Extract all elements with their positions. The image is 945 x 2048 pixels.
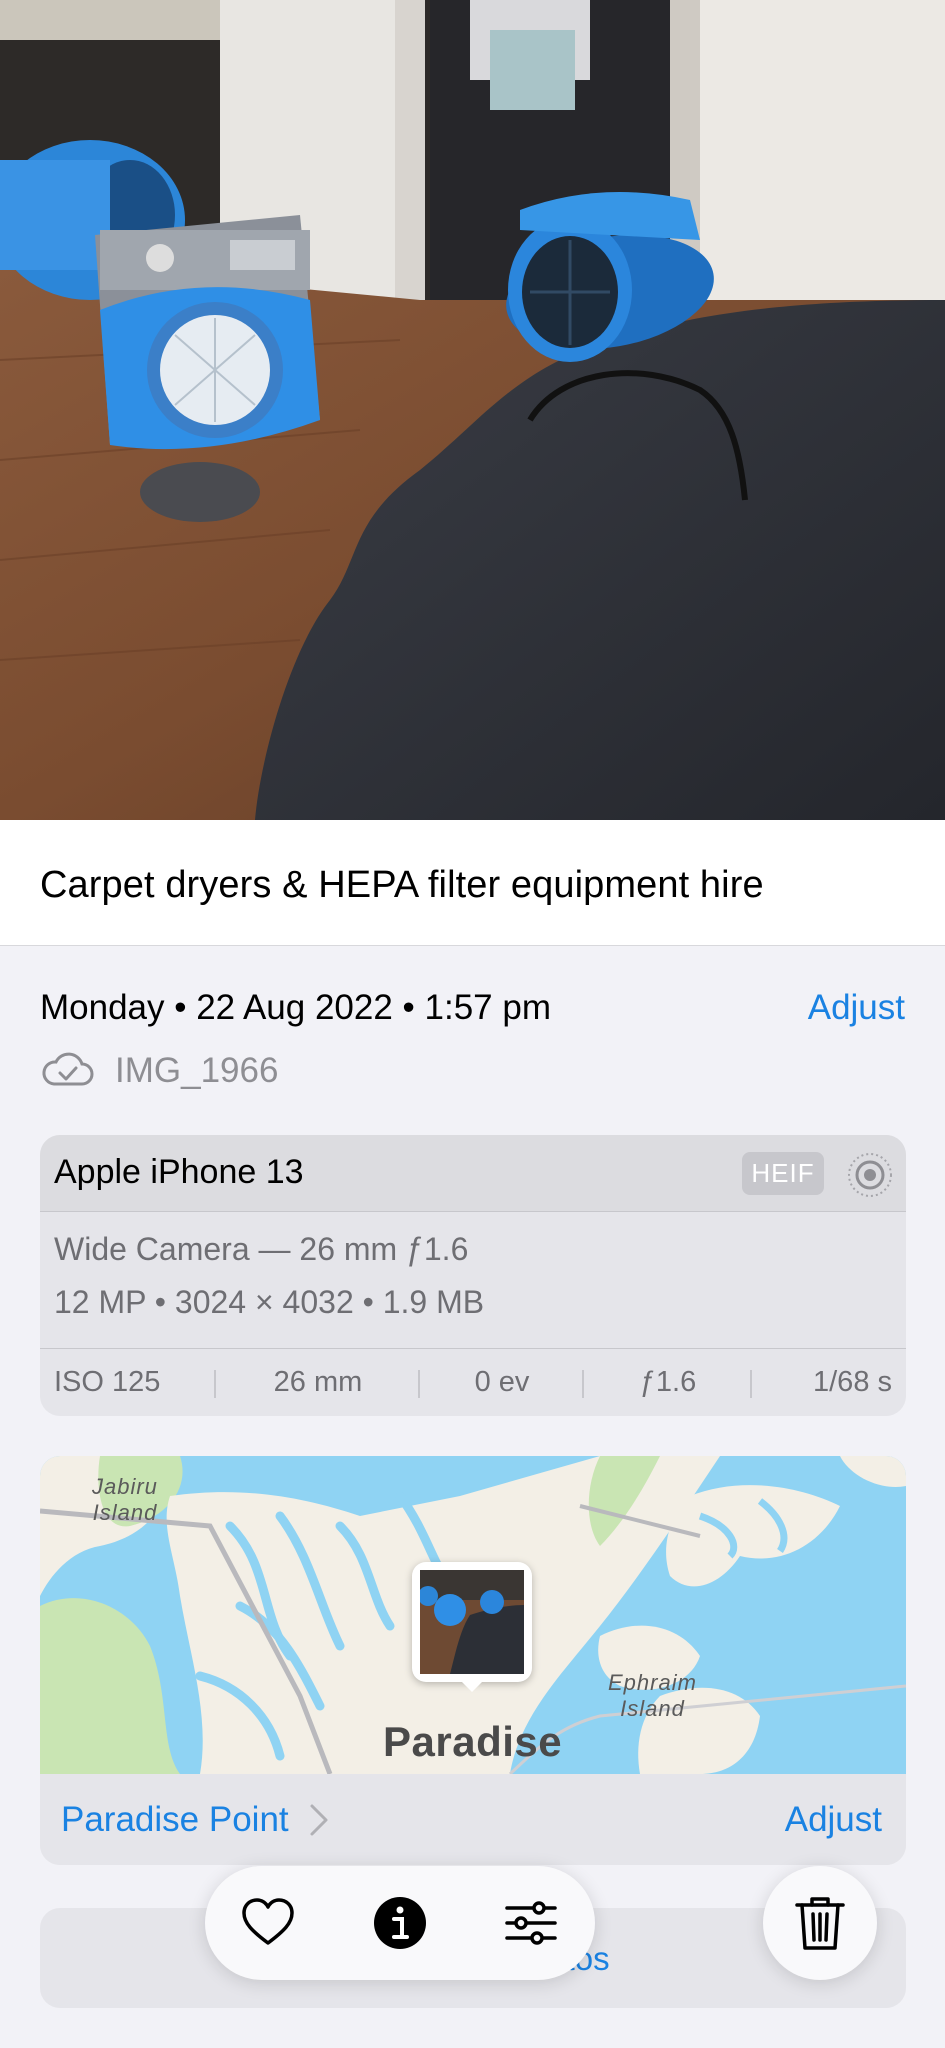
photo-date: Monday • 22 Aug 2022 • 1:57 pm [40,988,551,1027]
exif-shutter-speed: 1/68 s [813,1366,892,1398]
map-label-ephraim: Ephraim Island [608,1670,697,1721]
info-icon[interactable] [370,1893,430,1953]
trash-icon [795,1897,845,1950]
location-row[interactable]: Paradise Point Adjust [40,1774,906,1865]
map-label-paradise: Paradise [383,1718,563,1765]
exif-row: ISO 125 26 mm 0 ev ƒ1.6 1/68 s [40,1348,906,1416]
resolution-info: 12 MP • 3024 × 4032 • 1.9 MB [54,1284,485,1320]
delete-button[interactable] [763,1866,877,1980]
exif-iso: ISO 125 [40,1366,216,1399]
photo-caption[interactable]: Carpet dryers & HEPA filter equipment hi… [40,864,764,907]
live-photo-icon [848,1153,892,1197]
exif-exposure-value: 0 ev [420,1366,584,1399]
map-pin-pointer [458,1678,486,1692]
adjust-location-button[interactable]: Adjust [785,1800,882,1840]
bottom-toolbar [205,1866,595,1980]
camera-info-card: Apple iPhone 13 HEIF Wide Camera — 26 mm… [40,1135,906,1416]
exif-aperture: ƒ1.6 [584,1366,752,1399]
photo-filename: IMG_1966 [115,1051,279,1090]
icloud-check-icon [42,1052,94,1086]
adjust-date-button[interactable]: Adjust [808,988,905,1028]
camera-info-header: Apple iPhone 13 HEIF [40,1135,906,1212]
format-badge: HEIF [742,1152,824,1195]
lens-info: Wide Camera — 26 mm ƒ1.6 [54,1231,469,1267]
photo-view[interactable] [0,0,945,820]
map-label-jabiru: Jabiru Island [92,1474,158,1525]
caption-area[interactable]: Carpet dryers & HEPA filter equipment hi… [0,820,945,946]
map-photo-thumbnail[interactable] [412,1562,532,1682]
exif-focal-length: 26 mm [216,1366,420,1399]
device-name: Apple iPhone 13 [54,1153,304,1191]
location-card: Jabiru Island Ephraim Island Paradise Para… [40,1456,906,1865]
heart-icon[interactable] [238,1893,298,1953]
sliders-icon[interactable] [501,1893,561,1953]
location-name-link[interactable]: Paradise Point [61,1800,289,1840]
chevron-right-icon [310,1804,328,1836]
